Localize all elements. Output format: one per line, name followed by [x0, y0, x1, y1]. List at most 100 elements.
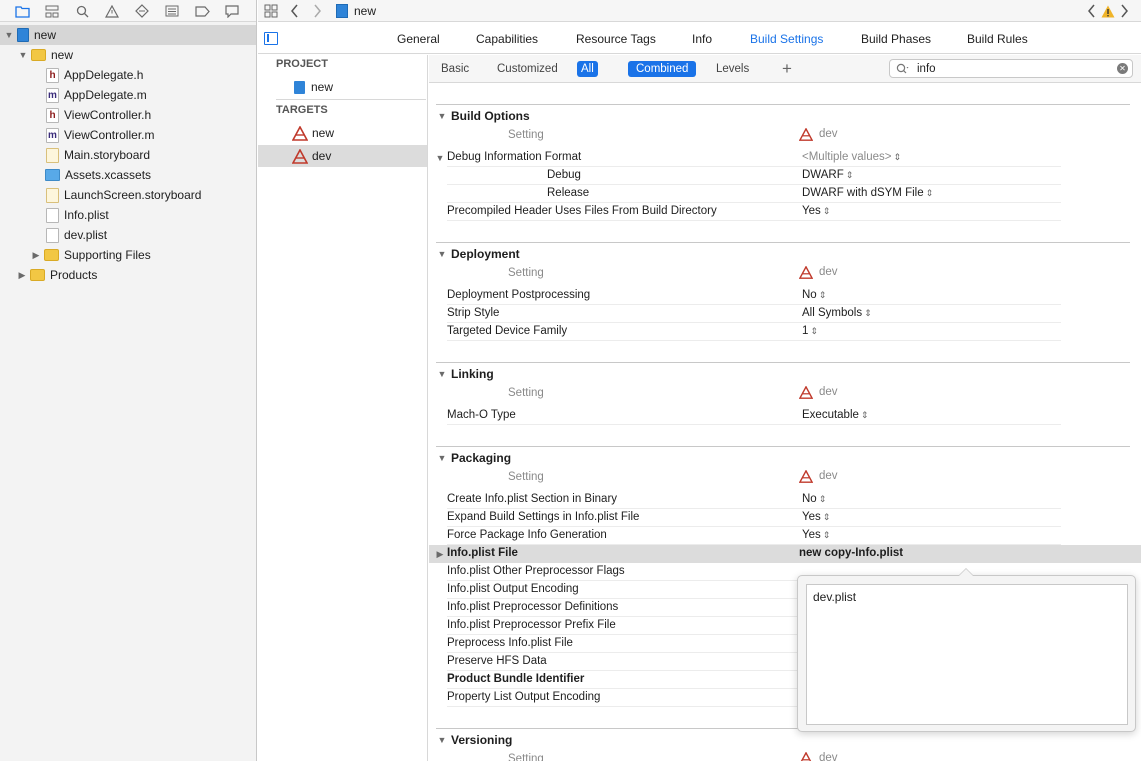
section-header[interactable]: ▼ Deployment [437, 247, 520, 261]
view-combined[interactable]: Combined [628, 61, 697, 77]
tree-item-file[interactable]: h ViewController.h [0, 105, 256, 125]
setting-value[interactable]: Yes ⇕ [802, 205, 830, 217]
setting-value[interactable]: No ⇕ [802, 289, 826, 301]
section-header[interactable]: ▼ Packaging [437, 451, 512, 465]
setting-row[interactable]: Strip Style All Symbols ⇕ [429, 305, 1141, 323]
tree-item-file[interactable]: dev.plist [0, 225, 256, 245]
target-column-header: dev [799, 469, 838, 483]
disclosure-expanded-icon[interactable]: ▼ [18, 50, 28, 60]
related-items-icon[interactable] [264, 3, 278, 19]
tree-item-file[interactable]: Main.storyboard [0, 145, 256, 165]
filter-basic[interactable]: Basic [437, 61, 473, 77]
section-divider [436, 362, 1130, 363]
setting-column-header: Setting [508, 471, 544, 483]
tab-capabilities[interactable]: Capabilities [476, 32, 538, 46]
disclosure-expanded-icon[interactable]: ▼ [435, 153, 445, 163]
tree-item-label: new [51, 48, 74, 62]
breakpoint-icon[interactable] [134, 3, 150, 19]
target-item-new[interactable]: new [258, 122, 427, 144]
setting-value[interactable]: DWARF with dSYM File ⇕ [802, 187, 933, 199]
setting-value[interactable]: All Symbols ⇕ [802, 307, 872, 319]
setting-row[interactable]: Debug DWARF ⇕ [429, 167, 1141, 185]
search-icon[interactable] [74, 3, 90, 19]
disclosure-expanded-icon[interactable]: ▼ [437, 111, 447, 121]
stepper-icon: ⇕ [864, 308, 872, 318]
setting-value[interactable]: DWARF ⇕ [802, 169, 853, 181]
setting-row[interactable]: Precompiled Header Uses Files From Build… [429, 203, 1141, 221]
target-item-dev[interactable]: dev [258, 145, 427, 167]
setting-row[interactable]: Targeted Device Family 1 ⇕ [429, 323, 1141, 341]
disclosure-expanded-icon[interactable]: ▼ [437, 453, 447, 463]
disclosure-collapsed-icon[interactable]: ▶ [17, 270, 27, 280]
warning-icon[interactable] [1101, 3, 1115, 19]
disclosure-expanded-icon[interactable]: ▼ [437, 249, 447, 259]
setting-row[interactable]: Create Info.plist Section in Binary No ⇕ [429, 491, 1141, 509]
forward-icon[interactable] [313, 3, 322, 19]
folder-icon [31, 49, 46, 61]
disclosure-expanded-icon[interactable]: ▼ [437, 735, 447, 745]
search-input[interactable] [917, 62, 1107, 75]
tree-item-file[interactable]: Assets.xcassets [0, 165, 256, 185]
add-setting-icon[interactable]: + [782, 59, 792, 79]
project-item[interactable]: new [258, 76, 427, 98]
section-header[interactable]: ▼ Build Options [437, 109, 530, 123]
target-column-label: dev [819, 470, 838, 482]
tree-item-file[interactable]: Info.plist [0, 205, 256, 225]
filter-customized[interactable]: Customized [493, 61, 562, 77]
setting-value[interactable]: Yes ⇕ [802, 529, 830, 541]
disclosure-collapsed-icon[interactable]: ▶ [31, 250, 41, 260]
setting-value-textarea[interactable]: dev.plist [806, 584, 1128, 725]
tree-item-file[interactable]: LaunchScreen.storyboard [0, 185, 256, 205]
setting-row[interactable]: ▼ Debug Information Format <Multiple val… [429, 149, 1141, 167]
folder-icon[interactable] [14, 3, 30, 19]
tree-item-group[interactable]: ▶ Supporting Files [0, 245, 256, 265]
section-header[interactable]: ▼ Versioning [437, 733, 513, 747]
hierarchy-icon[interactable] [44, 3, 60, 19]
comment-icon[interactable] [224, 3, 240, 19]
search-field[interactable]: ✕ [889, 59, 1133, 78]
back-icon[interactable] [290, 3, 299, 19]
setting-value[interactable]: new copy-Info.plist [799, 547, 903, 559]
setting-value[interactable]: Yes ⇕ [802, 511, 830, 523]
tab-general[interactable]: General [397, 32, 440, 46]
tab-resource-tags[interactable]: Resource Tags [576, 32, 656, 46]
list-icon[interactable] [164, 3, 180, 19]
setting-value[interactable]: <Multiple values> ⇕ [802, 151, 901, 163]
disclosure-expanded-icon[interactable]: ▼ [437, 369, 447, 379]
tab-build-phases[interactable]: Build Phases [861, 32, 931, 46]
setting-name: Preprocess Info.plist File [447, 637, 573, 649]
setting-row[interactable]: Expand Build Settings in Info.plist File… [429, 509, 1141, 527]
disclosure-collapsed-icon[interactable]: ▶ [435, 549, 445, 559]
tree-item-file[interactable]: m AppDelegate.m [0, 85, 256, 105]
setting-value[interactable]: 1 ⇕ [802, 325, 818, 337]
next-issue-icon[interactable] [1120, 3, 1129, 19]
tag-icon[interactable] [194, 3, 210, 19]
warning-icon[interactable] [104, 3, 120, 19]
section-header[interactable]: ▼ Linking [437, 367, 494, 381]
setting-row[interactable]: Mach-O Type Executable ⇕ [429, 407, 1141, 425]
target-column-label: dev [819, 386, 838, 398]
tree-item-file[interactable]: m ViewController.m [0, 125, 256, 145]
setting-name: Deployment Postprocessing [447, 289, 591, 301]
setting-value[interactable]: Executable ⇕ [802, 409, 868, 421]
setting-row[interactable]: Force Package Info Generation Yes ⇕ [429, 527, 1141, 545]
tree-item-group[interactable]: ▼ new [0, 45, 256, 65]
setting-row[interactable]: Release DWARF with dSYM File ⇕ [429, 185, 1141, 203]
tab-build-rules[interactable]: Build Rules [967, 32, 1028, 46]
setting-value[interactable]: No ⇕ [802, 493, 826, 505]
filter-all[interactable]: All [577, 61, 598, 77]
tree-item-group[interactable]: ▶ Products [0, 265, 256, 285]
target-column-header: dev [799, 127, 838, 141]
disclosure-expanded-icon[interactable]: ▼ [4, 30, 14, 40]
show-hide-sidebar-icon[interactable] [264, 32, 278, 45]
tree-item-project[interactable]: ▼ new [0, 25, 256, 45]
tab-info[interactable]: Info [692, 32, 712, 46]
jumpbar-file-label[interactable]: new [354, 3, 376, 19]
view-levels[interactable]: Levels [712, 61, 753, 77]
setting-row[interactable]: Deployment Postprocessing No ⇕ [429, 287, 1141, 305]
tree-item-file[interactable]: h AppDelegate.h [0, 65, 256, 85]
tab-build-settings[interactable]: Build Settings [750, 32, 823, 46]
previous-issue-icon[interactable] [1087, 3, 1096, 19]
clear-search-icon[interactable]: ✕ [1117, 63, 1128, 74]
setting-row-info-plist-file[interactable]: ▶ Info.plist File new copy-Info.plist [429, 545, 1141, 563]
